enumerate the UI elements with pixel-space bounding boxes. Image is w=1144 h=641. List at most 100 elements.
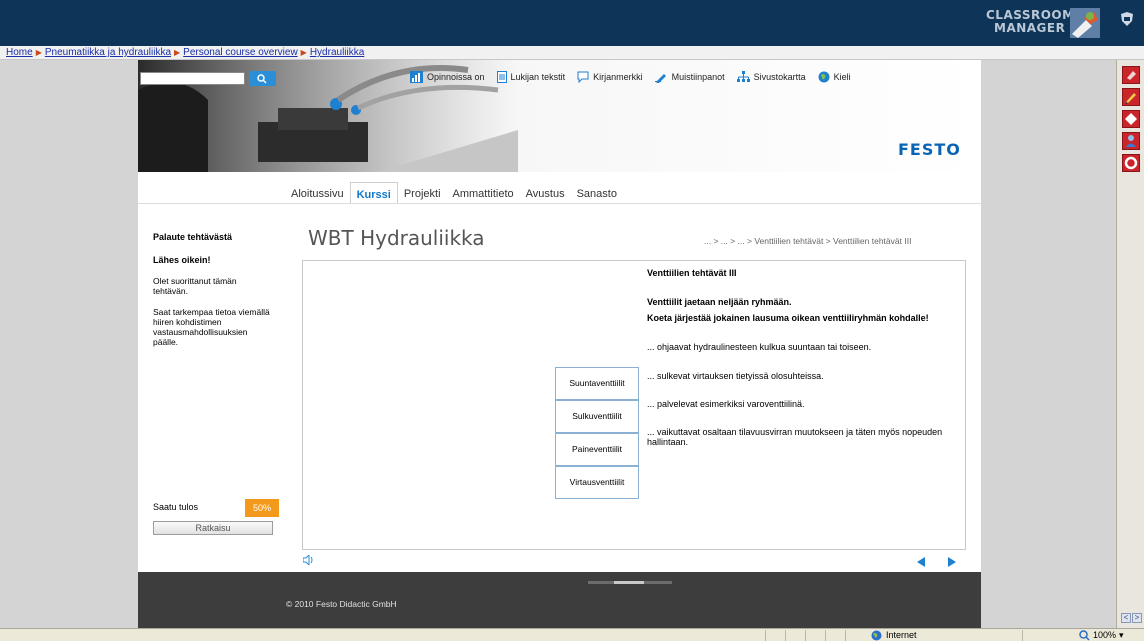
side-toolbar: < >: [1116, 60, 1144, 628]
solution-button[interactable]: Ratkaisu: [153, 521, 273, 535]
classroom-manager-icon: [1070, 8, 1100, 38]
pencil-icon: [654, 74, 666, 83]
chevron-down-icon: ▾: [1119, 630, 1124, 640]
exercise-intro: Venttiilit jaetaan neljään ryhmään.: [647, 297, 792, 307]
scroll-right-button[interactable]: >: [1132, 613, 1142, 623]
page-header: Opinnoissa on Lukijan tekstit Kirjanmerk…: [138, 60, 981, 172]
browser-status-bar: Internet 100% ▾: [0, 628, 1144, 641]
footer-progress-bar: [588, 581, 672, 584]
language-link[interactable]: Kieli: [818, 71, 851, 83]
progress-link[interactable]: Opinnoissa on: [410, 71, 485, 83]
statement-item: ... sulkevat virtauksen tietyissä olosuh…: [647, 371, 824, 381]
feedback-title: Palaute tehtävästä: [153, 232, 233, 242]
reader-texts-label: Lukijan tekstit: [510, 72, 566, 82]
bookmark-link[interactable]: Kirjanmerkki: [577, 71, 643, 83]
diamond-icon: [1125, 113, 1137, 125]
valve-box-directional[interactable]: Suuntaventtiilit: [555, 367, 639, 400]
tab-sanasto[interactable]: Sanasto: [571, 182, 623, 204]
window-header-bar: CLASSROOM MANAGER: [0, 0, 1144, 46]
course-page: Opinnoissa on Lukijan tekstit Kirjanmerk…: [138, 60, 981, 628]
next-page-icon[interactable]: [948, 557, 956, 567]
breadcrumb-separator-icon: ▶: [35, 48, 42, 57]
status-cell: [785, 630, 786, 641]
breadcrumb: Home ▶ Pneumatiikka ja hydrauliikka ▶ Person…: [0, 46, 1144, 60]
lifebuoy-icon: [1124, 156, 1138, 170]
footer-copyright: © 2010 Festo Didactic GmbH: [286, 599, 397, 609]
status-cell: [825, 630, 826, 641]
help-tool-button[interactable]: [1122, 154, 1140, 172]
status-cell: [845, 630, 846, 641]
speech-bubble-icon: [577, 71, 589, 83]
feedback-hint-text: Saat tarkempaa tietoa viemällä hiiren ko…: [153, 307, 270, 347]
zoom-control[interactable]: 100% ▾: [1079, 629, 1124, 641]
document-icon: [496, 71, 507, 83]
classroom-manager-label: CLASSROOM MANAGER: [986, 8, 1075, 35]
feedback-result: Lähes oikein!: [153, 255, 211, 265]
breadcrumb-home[interactable]: Home: [6, 47, 33, 58]
globe-icon: [818, 71, 830, 83]
breadcrumb-separator-icon: ▶: [300, 48, 307, 57]
breadcrumb-course-overview[interactable]: Personal course overview: [183, 47, 298, 58]
tab-ammattitieto[interactable]: Ammattitieto: [447, 182, 520, 204]
valve-box-shutoff[interactable]: Sulkuventtiilit: [555, 400, 639, 433]
search-icon: [257, 74, 267, 84]
sitemap-label: Sivustokartta: [753, 72, 806, 82]
scroll-left-button[interactable]: <: [1121, 613, 1131, 623]
speaker-icon[interactable]: [303, 555, 315, 565]
tab-avustus[interactable]: Avustus: [520, 182, 571, 204]
feedback-panel: Palaute tehtävästä Lähes oikein! Olet su…: [153, 232, 273, 347]
score-label: Saatu tulos: [153, 502, 199, 512]
bookmark-label: Kirjanmerkki: [593, 72, 643, 82]
score-badge: 50%: [245, 499, 279, 517]
search-button[interactable]: [249, 71, 276, 86]
breadcrumb-hydrauliikka[interactable]: Hydrauliikka: [310, 47, 364, 58]
language-label: Kieli: [833, 72, 851, 82]
eraser-icon: [1127, 71, 1136, 80]
user-icon: [1126, 135, 1136, 147]
breadcrumb-separator-icon: ▶: [174, 48, 181, 57]
module-breadcrumb[interactable]: ... > ... > ... > Venttiilien tehtävät >…: [704, 236, 911, 246]
zoom-icon: [1079, 629, 1090, 641]
sitemap-link[interactable]: Sivustokartta: [736, 71, 806, 83]
zoom-level: 100%: [1093, 630, 1117, 640]
security-zone-label: Internet: [886, 630, 917, 640]
globe-icon: [871, 630, 882, 640]
tab-aloitussivu[interactable]: Aloitussivu: [285, 182, 350, 204]
reader-texts-link[interactable]: Lukijan tekstit: [496, 71, 566, 83]
notes-label: Muistiinpanot: [671, 72, 725, 82]
breadcrumb-pneumatiikka[interactable]: Pneumatiikka ja hydrauliikka: [45, 47, 171, 58]
notes-link[interactable]: Muistiinpanot: [654, 71, 725, 83]
tab-kurssi[interactable]: Kurssi: [349, 182, 398, 204]
search-input[interactable]: [140, 72, 245, 85]
tab-projekti[interactable]: Projekti: [398, 182, 447, 204]
status-cell: [765, 630, 766, 641]
user-tool-button[interactable]: [1122, 132, 1140, 150]
festo-logo: FESTO: [898, 140, 961, 159]
page-footer: © 2010 Festo Didactic GmbH: [138, 572, 981, 628]
valve-box-flow[interactable]: Virtausventtiilit: [555, 466, 639, 499]
utility-links: Opinnoissa on Lukijan tekstit Kirjanmerk…: [410, 71, 851, 83]
status-cell: [1022, 630, 1023, 641]
classroom-manager-logo[interactable]: CLASSROOM MANAGER: [986, 8, 1104, 40]
shield-icon[interactable]: [1121, 12, 1133, 26]
feedback-completed-text: Olet suorittanut tämän tehtävän.: [153, 276, 237, 296]
previous-page-icon[interactable]: [917, 557, 925, 567]
statement-item: ... palvelevat esimerkiksi varoventtiili…: [647, 399, 805, 409]
bar-chart-icon: [410, 71, 423, 83]
exercise-instruction: Koeta järjestää jokainen lausuma oikean …: [647, 313, 929, 323]
status-cell: [805, 630, 806, 641]
eraser-tool-button[interactable]: [1122, 66, 1140, 84]
exercise-area: Venttiilien tehtävät III Venttiilit jaet…: [302, 260, 966, 550]
pen-tool-button[interactable]: [1122, 88, 1140, 106]
pen-icon: [1126, 93, 1136, 104]
valve-box-pressure[interactable]: Paineventtiilit: [555, 433, 639, 466]
main-navigation: Aloitussivu Kurssi Projekti Ammattitieto…: [285, 182, 623, 204]
shape-tool-button[interactable]: [1122, 110, 1140, 128]
statement-item: ... ohjaavat hydraulinesteen kulkua suun…: [647, 342, 872, 352]
security-zone: Internet: [871, 629, 917, 641]
sitemap-icon: [736, 71, 750, 82]
module-title: WBT Hydrauliikka: [308, 226, 485, 250]
nav-divider: [138, 203, 981, 204]
statement-item: ... vaikuttavat osaltaan tilavuusvirran …: [647, 427, 943, 447]
exercise-title: Venttiilien tehtävät III: [647, 268, 737, 278]
